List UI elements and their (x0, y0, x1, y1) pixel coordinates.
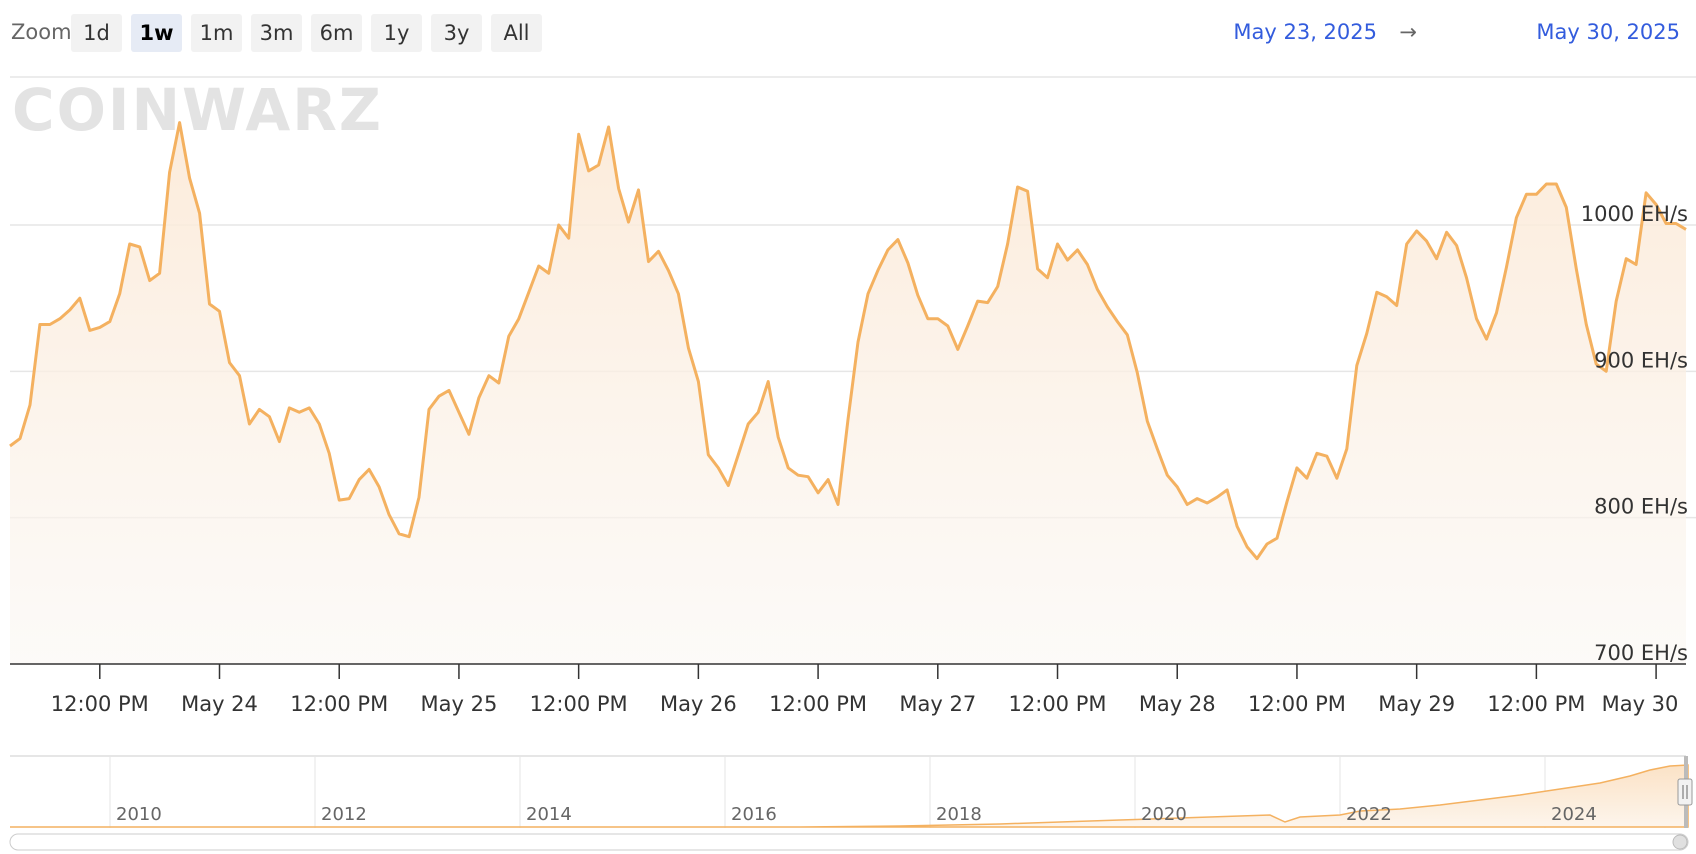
x-tick-label: 12:00 PM (1248, 692, 1346, 716)
navigator-year-label: 2012 (321, 804, 367, 825)
y-tick-label: 700 EH/s (1594, 641, 1688, 665)
x-tick-label: 12:00 PM (1009, 692, 1107, 716)
navigator-series (10, 764, 1689, 828)
x-tick-label: May 28 (1139, 692, 1216, 716)
navigator-right-handle[interactable] (1677, 778, 1693, 806)
navigator-year-label: 2010 (116, 804, 162, 825)
scrollbar-thumb[interactable] (1672, 834, 1688, 850)
x-tick-label: 12:00 PM (1487, 692, 1585, 716)
x-tick-label: 12:00 PM (769, 692, 867, 716)
y-tick-label: 800 EH/s (1594, 495, 1688, 519)
x-axis: 12:00 PM May 24 12:00 PM May 25 12:00 PM May … (51, 664, 1679, 716)
hashrate-area (10, 122, 1686, 665)
navigator[interactable]: 2010 2012 2014 2016 2018 2020 2022 2024 (10, 755, 1693, 828)
navigator-year-label: 2024 (1551, 804, 1597, 825)
navigator-year-labels: 2010 2012 2014 2016 2018 2020 2022 2024 (116, 804, 1597, 825)
navigator-year-label: 2022 (1346, 804, 1392, 825)
navigator-year-label: 2020 (1141, 804, 1187, 825)
x-tick-label: 12:00 PM (290, 692, 388, 716)
x-tick-label: May 30 (1602, 692, 1679, 716)
navigator-year-label: 2016 (731, 804, 777, 825)
y-tick-label: 900 EH/s (1594, 348, 1688, 372)
hashrate-chart: COINWARZ 700 EH/s 800 EH/s 900 EH/s 1000 EH… (9, 76, 1696, 851)
y-tick-label: 1000 EH/s (1581, 202, 1688, 226)
x-tick-label: May 25 (421, 692, 498, 716)
x-tick-label: May 26 (660, 692, 737, 716)
navigator-year-label: 2018 (936, 804, 982, 825)
x-tick-label: May 27 (899, 692, 976, 716)
coinwarz-watermark: COINWARZ (12, 76, 383, 144)
x-tick-label: May 29 (1378, 692, 1455, 716)
scrollbar-track[interactable] (9, 833, 1689, 851)
x-tick-label: May 24 (181, 692, 258, 716)
navigator-year-label: 2014 (526, 804, 572, 825)
x-tick-label: 12:00 PM (530, 692, 628, 716)
x-tick-label: 12:00 PM (51, 692, 149, 716)
